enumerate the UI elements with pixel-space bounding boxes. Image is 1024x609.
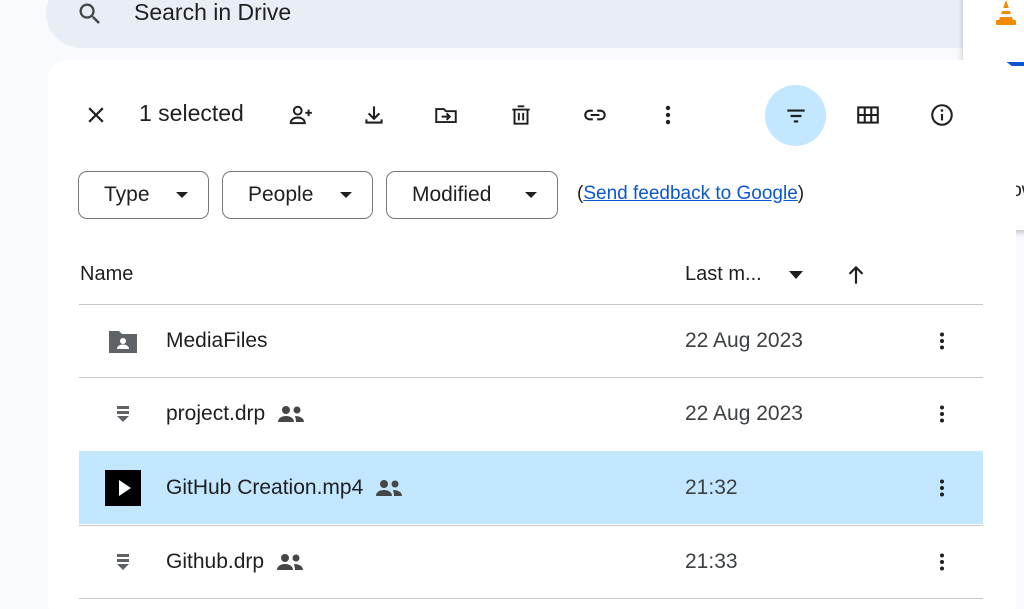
generic-file-icon — [105, 396, 141, 432]
more-actions-button[interactable] — [648, 95, 688, 135]
file-name: Github.drp — [166, 550, 265, 573]
send-feedback-link[interactable]: Send feedback to Google — [583, 183, 797, 204]
file-name: project.drp — [166, 402, 266, 425]
file-modified-date: 21:32 — [685, 476, 738, 499]
people-filter-chip[interactable]: People — [222, 171, 373, 219]
more-vert-icon — [940, 553, 944, 571]
table-row[interactable]: project.drp 22 Aug 2023 — [79, 377, 983, 450]
more-vert-icon — [940, 479, 944, 497]
more-vert-icon — [665, 105, 671, 125]
generic-file-icon — [105, 544, 141, 580]
sort-dropdown-icon[interactable] — [789, 271, 803, 279]
move-button[interactable] — [426, 95, 466, 135]
type-filter-chip[interactable]: Type — [78, 171, 209, 219]
filter-toggle-button[interactable] — [765, 85, 826, 146]
table-row[interactable]: MediaFiles 22 Aug 2023 — [79, 304, 983, 377]
modified-filter-chip[interactable]: Modified — [386, 171, 558, 219]
download-button[interactable] — [354, 95, 394, 135]
vlc-icon — [996, 0, 1016, 25]
table-row[interactable]: Github.drp 21:33 — [79, 525, 983, 598]
close-icon — [88, 107, 104, 123]
last-modified-column-header[interactable]: Last m... — [685, 263, 762, 286]
row-more-button[interactable] — [930, 474, 954, 502]
shared-people-icon — [376, 480, 403, 496]
more-vert-icon — [940, 405, 944, 423]
grid-view-button[interactable] — [848, 95, 888, 135]
people-filter-label: People — [248, 183, 314, 206]
chevron-down-icon — [525, 192, 537, 198]
file-name[interactable]: MediaFiles — [166, 329, 268, 353]
search-icon[interactable] — [74, 0, 106, 28]
file-modified-date: 22 Aug 2023 — [685, 402, 803, 425]
row-more-button[interactable] — [930, 400, 954, 428]
name-column-header[interactable]: Name — [80, 263, 133, 286]
shared-people-icon — [277, 554, 304, 570]
file-modified-date: 21:33 — [685, 550, 738, 573]
share-button[interactable] — [281, 95, 321, 135]
video-file-icon — [105, 470, 141, 506]
delete-button[interactable] — [501, 95, 541, 135]
file-name: GitHub Creation.mp4 — [166, 476, 364, 499]
clear-selection-button[interactable] — [76, 95, 116, 135]
more-vert-icon — [940, 332, 944, 350]
shared-people-icon — [278, 406, 305, 422]
row-more-button[interactable] — [930, 548, 954, 576]
modified-filter-label: Modified — [412, 183, 492, 206]
table-divider — [79, 598, 983, 599]
copy-link-button[interactable] — [575, 95, 615, 135]
row-more-button[interactable] — [930, 327, 954, 355]
table-row-selected[interactable]: GitHub Creation.mp4 21:32 — [79, 451, 983, 524]
details-button[interactable] — [922, 95, 962, 135]
selection-count: 1 selected — [139, 100, 244, 126]
feedback-text: (Send feedback to Google) — [577, 183, 805, 204]
file-name-cell[interactable]: GitHub Creation.mp4 — [166, 476, 403, 500]
move-to-folder-icon — [435, 108, 457, 124]
file-name-cell[interactable]: Github.drp — [166, 550, 304, 574]
file-name-cell[interactable]: project.drp — [166, 402, 305, 426]
add-person-icon — [289, 105, 312, 125]
link-icon — [584, 109, 606, 121]
filter-icon — [786, 109, 805, 122]
download-icon — [365, 106, 383, 124]
type-filter-label: Type — [104, 183, 150, 206]
search-input[interactable]: Search in Drive — [134, 0, 291, 26]
shared-folder-icon — [105, 323, 141, 359]
info-icon — [931, 104, 953, 126]
trash-icon — [512, 105, 530, 125]
sort-ascending-icon[interactable] — [843, 262, 869, 288]
grid-icon — [857, 106, 879, 124]
chevron-down-icon — [176, 192, 188, 198]
chevron-down-icon — [340, 192, 352, 198]
file-modified-date: 22 Aug 2023 — [685, 329, 803, 352]
